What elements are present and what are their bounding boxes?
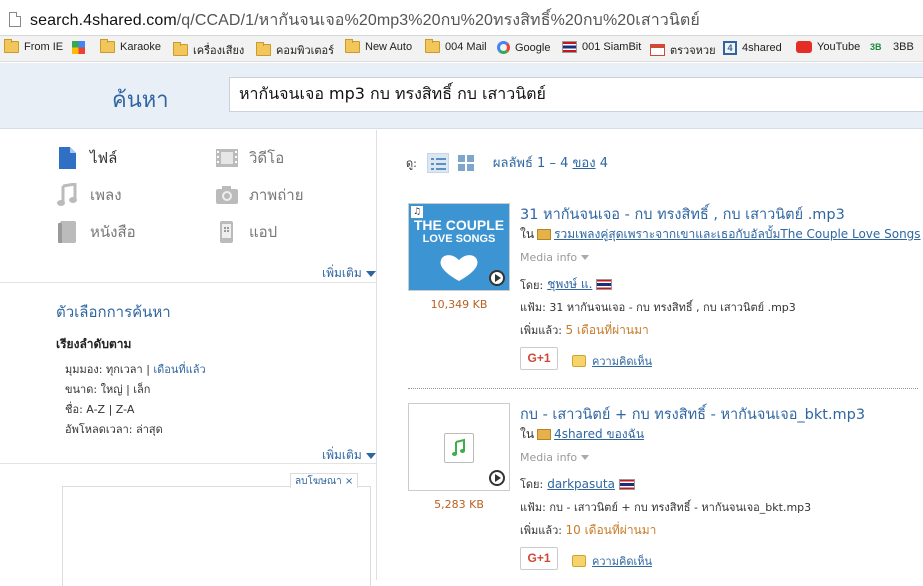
sort-title: เรียงลำดับตาม bbox=[56, 337, 132, 351]
category-apps[interactable]: แอป bbox=[215, 220, 277, 244]
bookmark-lottery[interactable]: ตรวจหวย bbox=[650, 41, 716, 59]
folder-link[interactable]: 4shared ของฉัน bbox=[554, 425, 644, 444]
added-line: เพิ่มแล้ว: 5 เดือนที่ผ่านมา bbox=[520, 323, 649, 337]
divider bbox=[0, 282, 377, 283]
thai-flag-icon bbox=[596, 279, 613, 290]
category-video[interactable]: วิดีโอ bbox=[215, 146, 284, 170]
ad-box bbox=[62, 486, 371, 586]
bookmark-youtube[interactable]: YouTube bbox=[796, 41, 860, 53]
category-files[interactable]: ไฟล์ bbox=[56, 146, 117, 170]
list-view-icon[interactable] bbox=[426, 152, 449, 173]
added-line: เพิ่มแล้ว: 10 เดือนที่ผ่านมา bbox=[520, 523, 657, 537]
category-books[interactable]: หนังสือ bbox=[56, 220, 136, 244]
bookmark-google[interactable]: Google bbox=[497, 41, 550, 54]
music-icon bbox=[56, 182, 78, 207]
divider bbox=[0, 463, 377, 464]
bookmark-4shared[interactable]: 4 4shared bbox=[723, 41, 782, 55]
category-photos[interactable]: ภาพถ่าย bbox=[215, 183, 304, 207]
folder-icon bbox=[425, 39, 440, 53]
play-icon[interactable] bbox=[489, 270, 505, 286]
apps-icon bbox=[72, 41, 85, 54]
folder-icon bbox=[173, 42, 188, 56]
app-icon bbox=[215, 220, 237, 244]
thai-flag-icon bbox=[618, 478, 635, 490]
folder-icon bbox=[256, 42, 271, 56]
4shared-icon: 4 bbox=[723, 41, 737, 55]
remove-ads-link[interactable]: ลบโฆษณา × bbox=[290, 473, 359, 488]
search-options-title: ตัวเลือกการค้นหา bbox=[56, 303, 171, 321]
bookmark-karaoke[interactable]: Karaoke bbox=[100, 39, 161, 53]
last-month-link[interactable]: เดือนที่แล้ว bbox=[153, 363, 205, 376]
url-text[interactable]: search.4shared.com/q/CCAD/1/หากันจนเจอ%2… bbox=[30, 8, 700, 33]
uploader-link[interactable]: darkpasuta bbox=[547, 477, 615, 491]
folder-icon bbox=[4, 39, 19, 53]
book-icon bbox=[56, 220, 78, 244]
file-name-line: แฟ้ม: กบ - เสาวนิตย์ + กบ ทรงสิทธิ์ - หา… bbox=[520, 501, 812, 514]
3bb-icon: 3B bbox=[870, 42, 882, 52]
bookmark-siambit[interactable]: 001 SiamBit bbox=[562, 41, 641, 53]
comment-icon bbox=[572, 355, 586, 367]
sort-upload-time: อัพโหลดเวลา: ล่าสุด bbox=[65, 423, 163, 436]
file-name-line: แฟ้ม: 31 หากันจนเจอ - กบ ทรงสิทธิ์ , กบ … bbox=[520, 301, 796, 314]
folder-icon bbox=[537, 229, 552, 240]
category-music[interactable]: เพลง bbox=[56, 182, 122, 207]
bookmarks-bar: From IE Karaoke เครื่องเสียง คอมพิวเตอร์… bbox=[0, 36, 923, 62]
folder-link[interactable]: รวมเพลงคู่สุดเพราะจากเขาและเธอกับอัลบั้ม… bbox=[554, 225, 920, 244]
cloud-heart-icon bbox=[437, 252, 481, 282]
bookmark-new-auto[interactable]: New Auto bbox=[345, 39, 412, 53]
address-bar[interactable]: search.4shared.com/q/CCAD/1/หากันจนเจอ%2… bbox=[0, 0, 923, 36]
camera-icon bbox=[215, 183, 238, 207]
page-title: ค้นหา bbox=[112, 88, 169, 113]
sort-size: ขนาด: ใหญ่ | เล็ก bbox=[65, 383, 151, 396]
google-plus-button[interactable]: G+1 bbox=[520, 547, 558, 570]
comment-link[interactable]: ความคิดเห็น bbox=[572, 552, 652, 570]
result-title-link[interactable]: 31 หากันจนเจอ - กบ ทรงสิทธิ์ , กบ เสาวนิ… bbox=[520, 203, 845, 226]
uploader-line: โดย: darkpasuta bbox=[520, 475, 635, 493]
left-sidebar: ไฟล์ วิดีโอ เพลง ภาพถ่าย หนังสือ แอป เพิ… bbox=[0, 130, 377, 586]
folder-icon bbox=[345, 39, 360, 53]
audio-thumbnail[interactable] bbox=[408, 403, 510, 491]
grid-view-icon[interactable] bbox=[457, 154, 475, 172]
youtube-icon bbox=[796, 41, 812, 53]
google-icon bbox=[497, 41, 510, 54]
google-plus-button[interactable]: G+1 bbox=[520, 347, 558, 370]
results-panel: ดู: ผลลัพธ์ 1 – 4 ของ 4 ♫ THE COUPLE LOVE… bbox=[378, 130, 923, 580]
file-size: 10,349 KB bbox=[430, 298, 488, 311]
bookmark-3bb[interactable]: 3B 3BB bbox=[870, 41, 914, 53]
result-folder: ใน รวมเพลงคู่สุดเพราะจากเขาและเธอกับอัลบั… bbox=[520, 225, 921, 244]
sort-views: มุมมอง: ทุกเวลา | เดือนที่แล้ว bbox=[65, 363, 206, 376]
search-box[interactable] bbox=[229, 77, 923, 112]
result-divider bbox=[408, 388, 918, 389]
comment-icon bbox=[572, 555, 586, 567]
video-icon bbox=[215, 146, 238, 170]
file-size: 5,283 KB bbox=[434, 498, 484, 511]
file-icon bbox=[56, 146, 78, 170]
folder-icon bbox=[100, 39, 115, 53]
view-bar: ดู: ผลลัพธ์ 1 – 4 ของ 4 bbox=[406, 152, 608, 173]
audio-file-icon bbox=[444, 433, 474, 463]
album-thumbnail[interactable]: ♫ THE COUPLE LOVE SONGS bbox=[408, 203, 510, 291]
bookmark-audio[interactable]: เครื่องเสียง bbox=[173, 41, 244, 59]
media-info-toggle[interactable]: Media info bbox=[520, 451, 589, 464]
search-input[interactable] bbox=[230, 78, 923, 111]
thai-flag-icon bbox=[562, 41, 577, 53]
result-title-link[interactable]: กบ - เสาวนิตย์ + กบ ทรงสิทธิ์ - หากันจนเ… bbox=[520, 403, 865, 426]
uploader-line: โดย: ชุพงษ์ แ. bbox=[520, 275, 613, 294]
bookmark-from-ie[interactable]: From IE bbox=[4, 39, 63, 53]
play-icon[interactable] bbox=[489, 470, 505, 486]
uploader-link[interactable]: ชุพงษ์ แ. bbox=[547, 275, 592, 294]
bookmark-apps[interactable] bbox=[72, 41, 90, 54]
bookmark-computer[interactable]: คอมพิวเตอร์ bbox=[256, 41, 334, 59]
sort-name: ชื่อ: A-Z | Z-A bbox=[65, 403, 135, 416]
results-count: ผลลัพธ์ 1 – 4 ของ 4 bbox=[492, 156, 608, 171]
media-info-toggle[interactable]: Media info bbox=[520, 251, 589, 264]
search-header: ค้นหา bbox=[0, 63, 923, 129]
page-icon bbox=[9, 12, 21, 27]
comment-link[interactable]: ความคิดเห็น bbox=[572, 352, 652, 370]
result-folder: ใน 4shared ของฉัน bbox=[520, 425, 644, 444]
more-categories-link[interactable]: เพิ่มเติม bbox=[322, 264, 376, 283]
gmail-icon bbox=[650, 44, 665, 56]
bookmark-mail[interactable]: 004 Mail bbox=[425, 39, 487, 53]
folder-icon bbox=[537, 429, 552, 440]
